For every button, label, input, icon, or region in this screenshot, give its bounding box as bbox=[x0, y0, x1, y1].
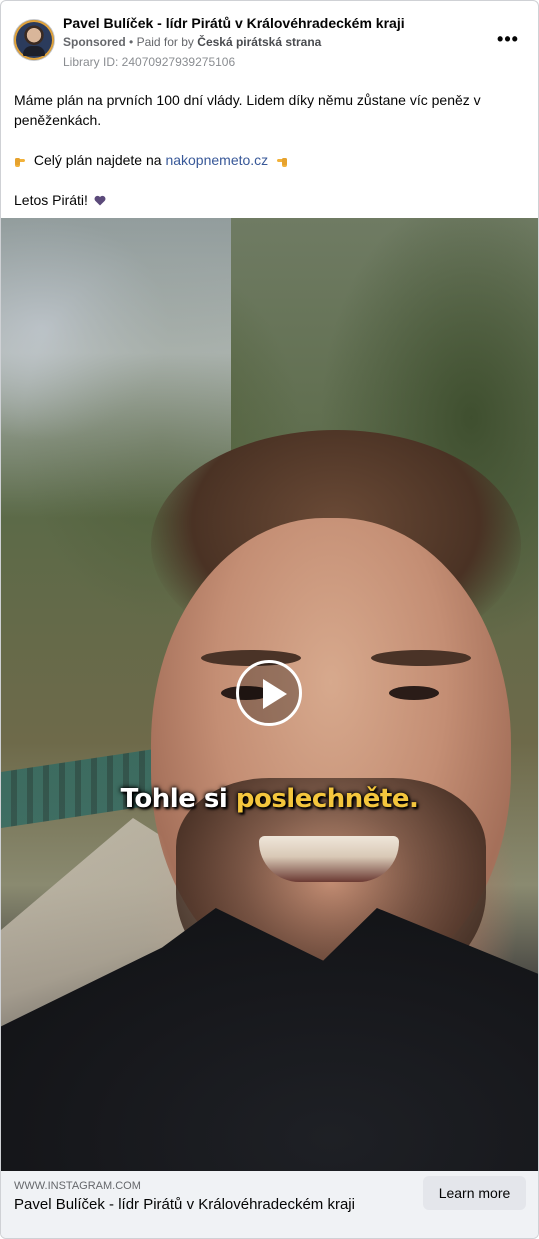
link-footer[interactable]: WWW.INSTAGRAM.COM Pavel Bulíček - lídr P… bbox=[1, 1171, 538, 1238]
footer-domain: WWW.INSTAGRAM.COM bbox=[14, 1180, 141, 1192]
pointing-right-emoji-icon bbox=[15, 158, 26, 167]
learn-more-button[interactable]: Learn more bbox=[423, 1176, 526, 1210]
meta-separator: • bbox=[129, 35, 134, 49]
paid-for-by-label: Paid for by bbox=[136, 35, 194, 49]
sponsored-label: Sponsored bbox=[63, 35, 126, 49]
paid-for-by-name: Česká pirátská strana bbox=[197, 35, 322, 49]
sponsored-line: Sponsored • Paid for by Česká pirátská s… bbox=[63, 35, 321, 49]
plan-link[interactable]: nakopnemeto.cz bbox=[165, 152, 268, 168]
post-line-3: Letos Piráti! bbox=[14, 190, 524, 210]
page-name-link[interactable]: Pavel Bulíček - lídr Pirátů v Královéhra… bbox=[63, 15, 405, 31]
closing-text: Letos Piráti! bbox=[14, 192, 88, 208]
page-avatar[interactable] bbox=[14, 20, 54, 60]
caption-highlight-text: poslechněte. bbox=[235, 784, 419, 814]
post-line-1: Máme plán na prvních 100 dní vlády. Lide… bbox=[14, 92, 481, 128]
pointing-left-emoji-icon bbox=[277, 158, 288, 167]
video-left-brow bbox=[201, 650, 301, 666]
ad-card: Pavel Bulíček - lídr Pirátů v Královéhra… bbox=[0, 0, 539, 1239]
post-line-2: Celý plán najdete na nakopnemeto.cz bbox=[14, 150, 524, 170]
post-header: Pavel Bulíček - lídr Pirátů v Královéhra… bbox=[1, 1, 538, 77]
video-player[interactable]: Tohle si poslechněte. bbox=[1, 218, 538, 1171]
plan-prefix-text: Celý plán najdete na bbox=[33, 152, 162, 168]
video-right-eye bbox=[389, 686, 439, 700]
footer-title[interactable]: Pavel Bulíček - lídr Pirátů v Královéhra… bbox=[14, 1196, 355, 1213]
more-options-icon[interactable]: ••• bbox=[496, 29, 520, 49]
video-mouth bbox=[259, 836, 399, 882]
video-right-brow bbox=[371, 650, 471, 666]
post-text: Máme plán na prvních 100 dní vlády. Lide… bbox=[14, 90, 524, 210]
library-id: Library ID: 24070927939275106 bbox=[63, 55, 236, 69]
play-icon[interactable] bbox=[236, 660, 302, 726]
purple-heart-icon bbox=[94, 195, 106, 206]
video-caption: Tohle si poslechněte. bbox=[1, 784, 538, 814]
caption-white-text: Tohle si bbox=[120, 784, 228, 814]
